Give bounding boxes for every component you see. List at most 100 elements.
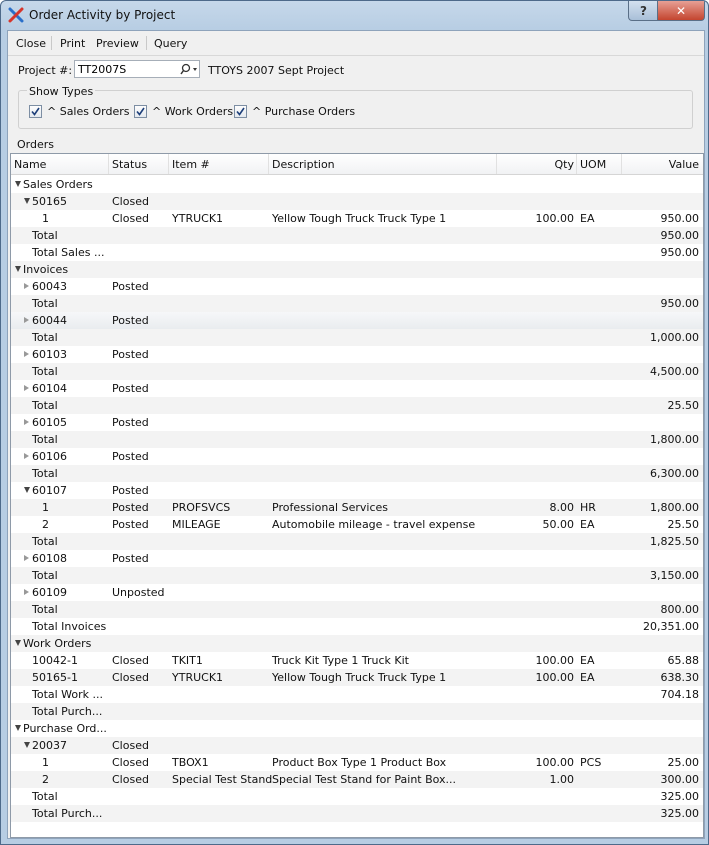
checkbox-box[interactable] xyxy=(29,105,42,118)
expand-arrow-icon[interactable] xyxy=(24,487,30,493)
table-row[interactable]: Total 6,300.00 xyxy=(11,465,703,482)
collapse-arrow-icon[interactable] xyxy=(24,555,29,561)
cell-name: Total xyxy=(32,603,58,616)
sales-orders-checkbox[interactable]: ^ Sales Orders xyxy=(29,105,129,118)
column-divider[interactable] xyxy=(108,154,109,174)
table-row[interactable]: Total 325.00 xyxy=(11,788,703,805)
table-row[interactable]: Total Invoices 20,351.00 xyxy=(11,618,703,635)
column-divider[interactable] xyxy=(576,154,577,174)
checkmark-icon xyxy=(136,107,145,116)
table-row[interactable]: Sales Orders xyxy=(11,176,703,193)
collapse-arrow-icon[interactable] xyxy=(24,385,29,391)
cell-name: 2 xyxy=(42,773,49,786)
table-row[interactable]: Total Sales ... 950.00 xyxy=(11,244,703,261)
cell-name: 60103 xyxy=(32,348,67,361)
collapse-arrow-icon[interactable] xyxy=(24,419,29,425)
menu-preview[interactable]: Preview xyxy=(96,37,139,50)
column-header-qty[interactable]: Qty xyxy=(497,158,574,171)
cell-qty: 50.00 xyxy=(542,518,575,531)
table-row[interactable]: 60109 Unposted xyxy=(11,584,703,601)
cell-name: 1 xyxy=(42,501,49,514)
table-row[interactable]: Total 1,800.00 xyxy=(11,431,703,448)
table-row[interactable]: 50165-1 Closed YTRUCK1 Yellow Tough Truck T… xyxy=(11,669,703,686)
cell-description: Special Test Stand for Paint Box... xyxy=(272,773,457,786)
cell-name: 50165 xyxy=(32,195,67,208)
table-row[interactable]: Total 1,000.00 xyxy=(11,329,703,346)
orders-tree-table[interactable]: Name Status Item # Description Qty UOM V… xyxy=(10,153,704,838)
collapse-arrow-icon[interactable] xyxy=(24,453,29,459)
table-row[interactable]: Total 25.50 xyxy=(11,397,703,414)
table-row[interactable]: 1 Closed YTRUCK1 Yellow Tough Truck Truck T… xyxy=(11,210,703,227)
collapse-arrow-icon[interactable] xyxy=(24,283,29,289)
title-bar[interactable]: Order Activity by Project ? ✕ xyxy=(1,1,708,29)
cell-status: Unposted xyxy=(112,586,165,599)
table-row[interactable]: Purchase Ord... xyxy=(11,720,703,737)
expand-arrow-icon[interactable] xyxy=(15,725,21,731)
table-row[interactable]: 60104 Posted xyxy=(11,380,703,397)
table-row[interactable]: Total 800.00 xyxy=(11,601,703,618)
column-divider[interactable] xyxy=(268,154,269,174)
menu-print[interactable]: Print xyxy=(60,37,85,50)
table-row[interactable]: Total Purch... 325.00 xyxy=(11,805,703,822)
table-row[interactable]: 60108 Posted xyxy=(11,550,703,567)
help-button[interactable]: ? xyxy=(628,1,659,21)
close-window-button[interactable]: ✕ xyxy=(657,1,705,21)
column-header-item[interactable]: Item # xyxy=(172,158,210,171)
column-header-description[interactable]: Description xyxy=(272,158,335,171)
table-row[interactable]: Total 950.00 xyxy=(11,227,703,244)
menu-query[interactable]: Query xyxy=(154,37,187,50)
expand-arrow-icon[interactable] xyxy=(24,742,30,748)
table-row[interactable]: 1 Posted PROFSVCS Professional Services 8.00… xyxy=(11,499,703,516)
cell-item: YTRUCK1 xyxy=(172,212,224,225)
cell-uom: EA xyxy=(580,518,595,531)
expand-arrow-icon[interactable] xyxy=(15,266,21,272)
table-row[interactable]: 2 Closed Special Test Stand Special Test St… xyxy=(11,771,703,788)
table-row[interactable]: 50165 Closed xyxy=(11,193,703,210)
table-row[interactable]: 60043 Posted xyxy=(11,278,703,295)
column-header-value[interactable]: Value xyxy=(622,158,699,171)
table-row[interactable]: Work Orders xyxy=(11,635,703,652)
table-row[interactable]: 60044 Posted xyxy=(11,312,703,329)
table-row[interactable]: 60105 Posted xyxy=(11,414,703,431)
project-number-input[interactable] xyxy=(78,62,174,76)
cell-name: 1 xyxy=(42,756,49,769)
collapse-arrow-icon[interactable] xyxy=(24,589,29,595)
cell-value: 25.50 xyxy=(667,399,700,412)
cell-value: 20,351.00 xyxy=(643,620,699,633)
table-row[interactable]: Total 3,150.00 xyxy=(11,567,703,584)
checkbox-box[interactable] xyxy=(234,105,247,118)
table-row[interactable]: Invoices xyxy=(11,261,703,278)
table-row[interactable]: 2 Posted MILEAGE Automobile mileage - trave… xyxy=(11,516,703,533)
table-row[interactable]: Total 1,825.50 xyxy=(11,533,703,550)
column-header-status[interactable]: Status xyxy=(112,158,147,171)
table-row[interactable]: 60103 Posted xyxy=(11,346,703,363)
menu-close[interactable]: Close xyxy=(16,37,46,50)
cell-status: Posted xyxy=(112,501,149,514)
project-field[interactable] xyxy=(74,60,200,78)
table-row[interactable]: Total 4,500.00 xyxy=(11,363,703,380)
column-header-name[interactable]: Name xyxy=(14,158,46,171)
purchase-orders-checkbox[interactable]: ^ Purchase Orders xyxy=(234,105,355,118)
search-lookup-icon[interactable] xyxy=(180,63,200,76)
table-row[interactable]: 20037 Closed xyxy=(11,737,703,754)
cell-item: TBOX1 xyxy=(172,756,209,769)
cell-name: Sales Orders xyxy=(23,178,93,191)
expand-arrow-icon[interactable] xyxy=(24,198,30,204)
column-divider[interactable] xyxy=(168,154,169,174)
work-orders-checkbox[interactable]: ^ Work Orders xyxy=(134,105,233,118)
table-row[interactable]: 10042-1 Closed TKIT1 Truck Kit Type 1 Truck… xyxy=(11,652,703,669)
table-row[interactable]: 1 Closed TBOX1 Product Box Type 1 Product B… xyxy=(11,754,703,771)
column-header-uom[interactable]: UOM xyxy=(580,158,606,171)
expand-arrow-icon[interactable] xyxy=(15,640,21,646)
table-row[interactable]: 60106 Posted xyxy=(11,448,703,465)
cell-value: 6,300.00 xyxy=(650,467,699,480)
collapse-arrow-icon[interactable] xyxy=(24,351,29,357)
expand-arrow-icon[interactable] xyxy=(15,181,21,187)
table-row[interactable]: Total 950.00 xyxy=(11,295,703,312)
table-row[interactable]: Total Work ... 704.18 xyxy=(11,686,703,703)
menu-bar: Close Print Preview Query xyxy=(8,31,704,56)
collapse-arrow-icon[interactable] xyxy=(24,317,29,323)
table-row[interactable]: Total Purch... xyxy=(11,703,703,720)
checkbox-box[interactable] xyxy=(134,105,147,118)
table-row[interactable]: 60107 Posted xyxy=(11,482,703,499)
